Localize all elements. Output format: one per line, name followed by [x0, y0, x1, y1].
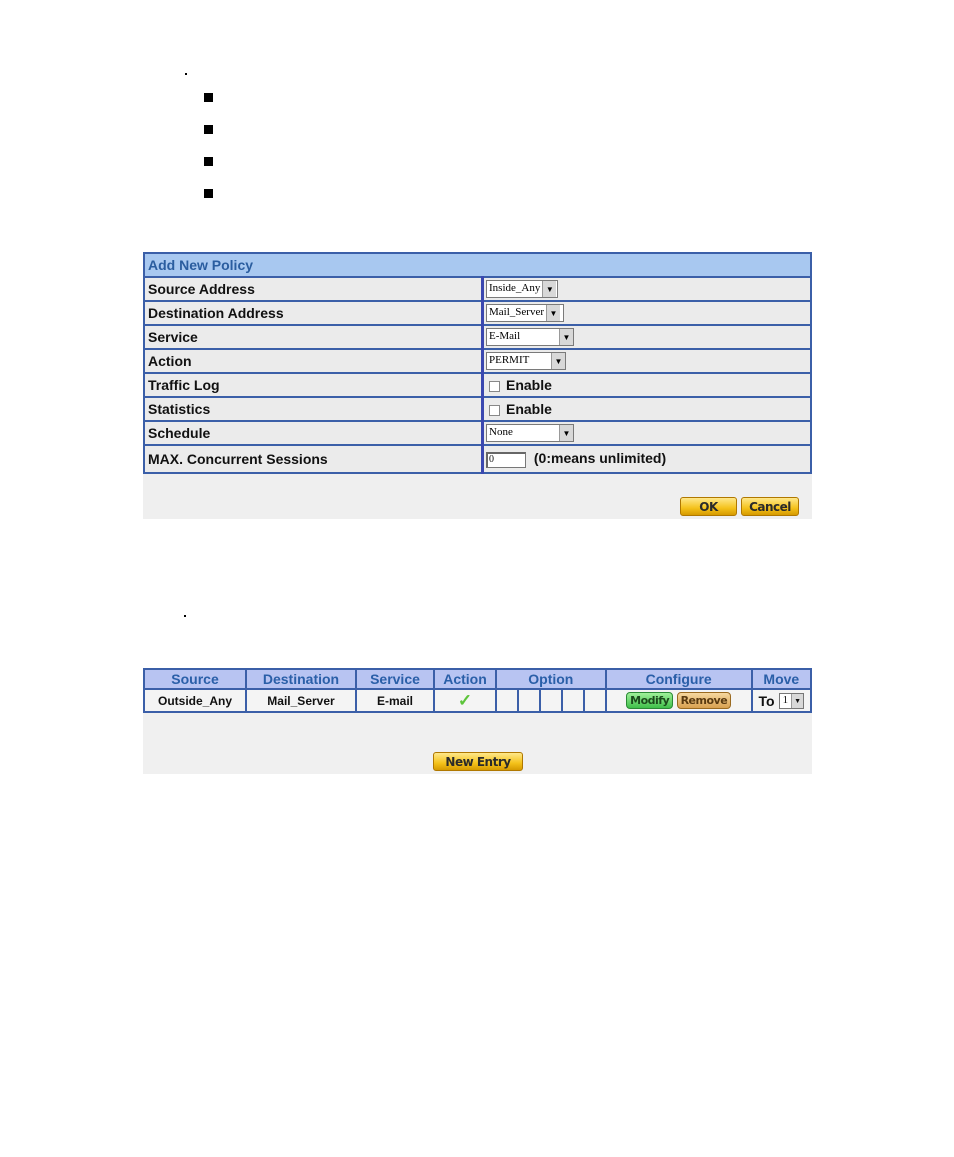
option-cell: [516, 688, 541, 713]
max-sessions-input[interactable]: 0: [486, 451, 526, 468]
option-cell: [495, 688, 519, 713]
bullet-dot: [184, 615, 186, 617]
move-position-select[interactable]: 1 ▼: [778, 692, 805, 709]
cell-configure: Modify Remove: [604, 688, 753, 713]
panel-title: Add New Policy: [143, 252, 812, 278]
add-policy-table: Add New Policy Source Address Inside_Any…: [143, 252, 812, 474]
modify-button[interactable]: Modify: [626, 692, 674, 709]
cell-service: E-mail: [355, 688, 435, 713]
chevron-down-icon: ▼: [551, 353, 565, 370]
field-label: Service: [143, 324, 484, 350]
field-label: Source Address: [143, 276, 484, 302]
cell-move: To 1 ▼: [750, 688, 813, 713]
max-sessions-hint: (0:means unlimited): [533, 450, 667, 467]
chevron-down-icon: ▼: [545, 305, 560, 322]
ok-button[interactable]: OK: [680, 497, 737, 516]
row-action: Action PERMIT ▼: [143, 348, 812, 374]
square-bullet: [204, 189, 213, 198]
col-destination: Destination: [245, 668, 357, 690]
new-entry-button[interactable]: New Entry: [433, 752, 523, 771]
field-label: Action: [143, 348, 484, 374]
col-option: Option: [495, 668, 607, 690]
row-source-address: Source Address Inside_Any ▼: [143, 276, 812, 302]
chevron-down-icon: ▼: [559, 425, 573, 442]
row-max-sessions: MAX. Concurrent Sessions 0 (0:means unli…: [143, 444, 812, 474]
cell-action: ✓: [433, 688, 497, 713]
checkbox-label: Enable: [506, 377, 552, 393]
table-header-row: Source Destination Service Action Option…: [143, 668, 813, 690]
chevron-down-icon: ▼: [542, 281, 557, 298]
table-row: Outside_Any Mail_Server E-mail ✓ Modify …: [143, 688, 813, 713]
destination-address-select[interactable]: Mail_Server ▼: [486, 304, 564, 323]
check-icon: ✓: [457, 690, 473, 710]
col-source: Source: [143, 668, 247, 690]
statistics-checkbox[interactable]: [489, 404, 500, 416]
add-policy-panel: Add New Policy Source Address Inside_Any…: [143, 252, 812, 519]
schedule-select[interactable]: None ▼: [486, 424, 574, 443]
source-address-select[interactable]: Inside_Any ▼: [486, 280, 558, 299]
option-cell: [560, 688, 585, 713]
row-statistics: Statistics Enable: [143, 396, 812, 422]
field-label: Schedule: [143, 420, 484, 446]
row-destination-address: Destination Address Mail_Server ▼: [143, 300, 812, 326]
square-bullet: [204, 157, 213, 166]
cancel-button[interactable]: Cancel: [741, 497, 799, 516]
col-action: Action: [433, 668, 497, 690]
col-move: Move: [750, 668, 813, 690]
policy-list-table: Source Destination Service Action Option…: [143, 668, 813, 713]
action-select[interactable]: PERMIT ▼: [486, 352, 566, 371]
bullet-dot: [185, 73, 187, 75]
chevron-down-icon: ▼: [559, 329, 573, 346]
remove-button[interactable]: Remove: [676, 692, 732, 709]
row-schedule: Schedule None ▼: [143, 420, 812, 446]
option-cell: [538, 688, 563, 713]
field-label: Statistics: [143, 396, 484, 422]
square-bullet: [204, 93, 213, 102]
cell-source: Outside_Any: [143, 688, 247, 713]
field-label: MAX. Concurrent Sessions: [143, 444, 484, 474]
policy-list-panel: Source Destination Service Action Option…: [143, 668, 813, 774]
field-label: Destination Address: [143, 300, 484, 326]
square-bullet: [204, 125, 213, 134]
move-to-label: To: [758, 692, 775, 709]
option-cell: [582, 688, 607, 713]
service-select[interactable]: E-Mail ▼: [486, 328, 574, 347]
traffic-log-checkbox[interactable]: [489, 380, 500, 392]
row-service: Service E-Mail ▼: [143, 324, 812, 350]
col-service: Service: [355, 668, 435, 690]
field-label: Traffic Log: [143, 372, 484, 398]
checkbox-label: Enable: [506, 401, 552, 417]
row-traffic-log: Traffic Log Enable: [143, 372, 812, 398]
chevron-down-icon: ▼: [791, 693, 804, 708]
col-configure: Configure: [604, 668, 753, 690]
cell-destination: Mail_Server: [245, 688, 357, 713]
